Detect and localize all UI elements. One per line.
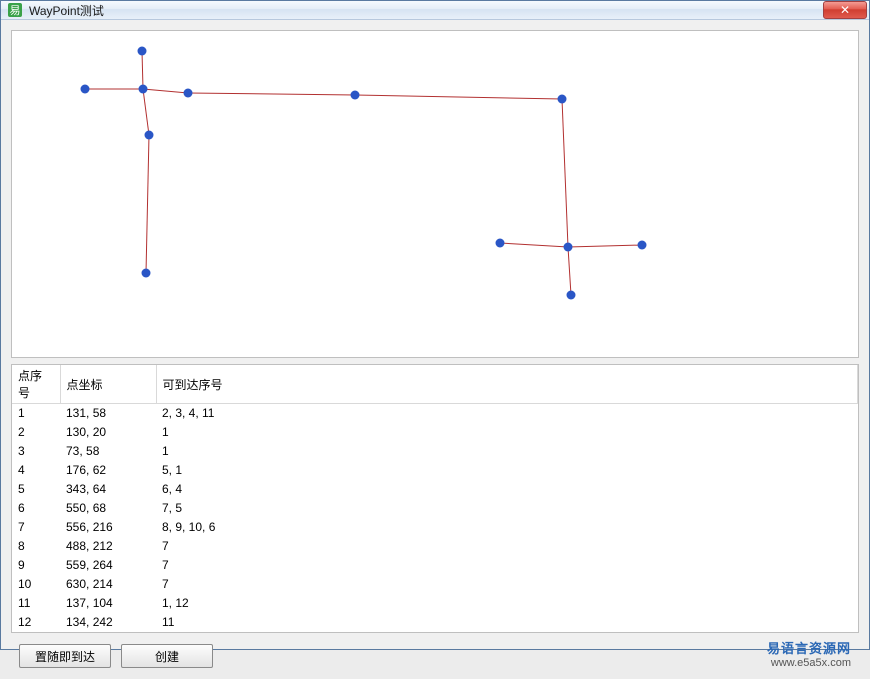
cell-coord: 131, 58 <box>60 404 156 424</box>
waypoint-node[interactable] <box>564 243 573 252</box>
cell-id: 3 <box>12 442 60 461</box>
cell-coord: 556, 216 <box>60 518 156 537</box>
table-row[interactable]: 7556, 2168, 9, 10, 6 <box>12 518 858 537</box>
points-table-container[interactable]: 点序号 点坐标 可到达序号 1131, 582, 3, 4, 112130, 2… <box>11 364 859 633</box>
graph-svg <box>12 31 858 357</box>
close-icon: ✕ <box>840 3 850 17</box>
cell-reach: 7, 5 <box>156 499 858 518</box>
brand-block: 易语言资源网 www.e5a5x.com <box>767 642 851 670</box>
cell-reach: 7 <box>156 556 858 575</box>
set-reach-button[interactable]: 置随即到达 <box>19 644 111 668</box>
edge <box>355 95 562 99</box>
cell-reach: 6, 4 <box>156 480 858 499</box>
cell-id: 12 <box>12 613 60 632</box>
col-header-reach[interactable]: 可到达序号 <box>156 365 858 404</box>
cell-id: 6 <box>12 499 60 518</box>
cell-reach: 7 <box>156 575 858 594</box>
col-header-coord[interactable]: 点坐标 <box>60 365 156 404</box>
table-row[interactable]: 373, 581 <box>12 442 858 461</box>
table-row[interactable]: 6550, 687, 5 <box>12 499 858 518</box>
table-row[interactable]: 12134, 24211 <box>12 613 858 632</box>
footer-bar: 置随即到达 创建 易语言资源网 www.e5a5x.com <box>11 639 859 669</box>
waypoint-node[interactable] <box>184 89 193 98</box>
waypoint-node[interactable] <box>81 85 90 94</box>
table-row[interactable]: 4176, 625, 1 <box>12 461 858 480</box>
client-area: 点序号 点坐标 可到达序号 1131, 582, 3, 4, 112130, 2… <box>1 20 869 679</box>
edge <box>143 89 188 93</box>
cell-reach: 7 <box>156 537 858 556</box>
cell-reach: 1, 12 <box>156 594 858 613</box>
cell-id: 1 <box>12 404 60 424</box>
cell-id: 5 <box>12 480 60 499</box>
brand-text: 易语言资源网 <box>767 642 851 656</box>
edge <box>142 51 143 89</box>
edge <box>146 135 149 273</box>
table-row[interactable]: 10630, 2147 <box>12 575 858 594</box>
cell-id: 7 <box>12 518 60 537</box>
cell-id: 9 <box>12 556 60 575</box>
table-row[interactable]: 8488, 2127 <box>12 537 858 556</box>
cell-coord: 134, 242 <box>60 613 156 632</box>
cell-id: 8 <box>12 537 60 556</box>
create-button[interactable]: 创建 <box>121 644 213 668</box>
waypoint-canvas[interactable] <box>11 30 859 358</box>
cell-coord: 137, 104 <box>60 594 156 613</box>
cell-reach: 2, 3, 4, 11 <box>156 404 858 424</box>
brand-url: www.e5a5x.com <box>767 656 851 670</box>
table-row[interactable]: 1131, 582, 3, 4, 11 <box>12 404 858 424</box>
edge <box>143 89 149 135</box>
edge <box>568 245 642 247</box>
col-header-index[interactable]: 点序号 <box>12 365 60 404</box>
cell-coord: 176, 62 <box>60 461 156 480</box>
edge <box>568 247 571 295</box>
waypoint-node[interactable] <box>351 91 360 100</box>
cell-reach: 5, 1 <box>156 461 858 480</box>
svg-text:易: 易 <box>10 4 21 17</box>
edge <box>188 93 355 95</box>
cell-coord: 550, 68 <box>60 499 156 518</box>
waypoint-node[interactable] <box>138 47 147 56</box>
edge <box>562 99 568 247</box>
cell-id: 11 <box>12 594 60 613</box>
points-table: 点序号 点坐标 可到达序号 1131, 582, 3, 4, 112130, 2… <box>12 365 858 632</box>
cell-id: 4 <box>12 461 60 480</box>
table-row[interactable]: 9559, 2647 <box>12 556 858 575</box>
waypoint-node[interactable] <box>496 239 505 248</box>
cell-coord: 488, 212 <box>60 537 156 556</box>
table-row[interactable]: 5343, 646, 4 <box>12 480 858 499</box>
waypoint-node[interactable] <box>638 241 647 250</box>
cell-id: 10 <box>12 575 60 594</box>
cell-reach: 8, 9, 10, 6 <box>156 518 858 537</box>
cell-coord: 130, 20 <box>60 423 156 442</box>
cell-reach: 1 <box>156 423 858 442</box>
app-window: 易 WayPoint测试 ✕ 点序号 点坐标 可到达序号 1131, 58 <box>0 0 870 650</box>
edge <box>500 243 568 247</box>
app-icon: 易 <box>7 2 23 18</box>
waypoint-node[interactable] <box>567 291 576 300</box>
cell-coord: 559, 264 <box>60 556 156 575</box>
table-row[interactable]: 2130, 201 <box>12 423 858 442</box>
table-header-row: 点序号 点坐标 可到达序号 <box>12 365 858 404</box>
waypoint-node[interactable] <box>142 269 151 278</box>
cell-coord: 73, 58 <box>60 442 156 461</box>
cell-reach: 11 <box>156 613 858 632</box>
table-row[interactable]: 11137, 1041, 12 <box>12 594 858 613</box>
title-bar[interactable]: 易 WayPoint测试 ✕ <box>1 1 869 20</box>
waypoint-node[interactable] <box>558 95 567 104</box>
cell-reach: 1 <box>156 442 858 461</box>
window-title: WayPoint测试 <box>29 2 823 19</box>
close-button[interactable]: ✕ <box>823 1 867 19</box>
waypoint-node[interactable] <box>139 85 148 94</box>
cell-id: 2 <box>12 423 60 442</box>
cell-coord: 630, 214 <box>60 575 156 594</box>
cell-coord: 343, 64 <box>60 480 156 499</box>
waypoint-node[interactable] <box>145 131 154 140</box>
